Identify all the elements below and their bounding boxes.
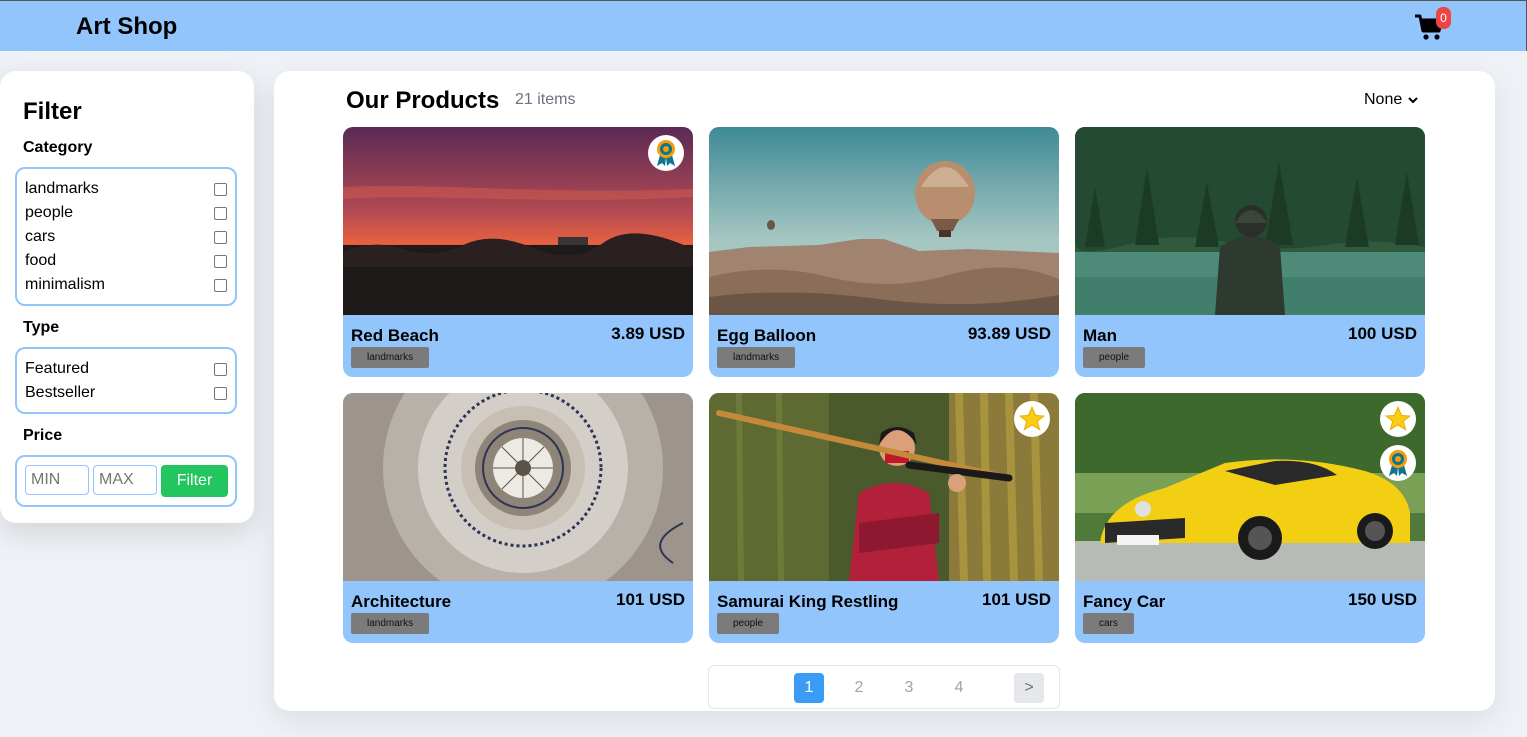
filter-panel: Filter Category landmarks people cars fo… [0, 71, 254, 523]
product-card[interactable]: Architecture 101 USD landmarks [343, 393, 693, 643]
page-button-2[interactable]: 2 [844, 673, 874, 703]
max-price-input[interactable] [93, 465, 157, 495]
sort-dropdown[interactable]: None [1364, 91, 1418, 109]
product-name: Egg Balloon [717, 326, 817, 345]
category-checkbox[interactable] [214, 182, 227, 196]
product-card[interactable]: Red Beach 3.89 USD landmarks [343, 127, 693, 377]
page-button-4[interactable]: 4 [944, 673, 974, 703]
type-label: Bestseller [25, 384, 96, 401]
type-option-bestseller[interactable]: Bestseller [25, 381, 227, 405]
star-badge [1014, 401, 1050, 437]
category-label: people [25, 204, 74, 221]
star-icon [1384, 405, 1412, 431]
product-tag: landmarks [351, 613, 430, 634]
product-price: 101 USD [616, 590, 685, 609]
category-label: landmarks [25, 180, 99, 197]
category-checkbox[interactable] [214, 254, 227, 268]
product-name: Samurai King Restling [717, 592, 899, 611]
product-image [343, 393, 693, 581]
product-price: 3.89 USD [611, 324, 685, 343]
price-title: Price [23, 427, 63, 444]
product-price: 101 USD [982, 590, 1051, 609]
type-label: Featured [25, 360, 90, 377]
product-price: 93.89 USD [967, 324, 1051, 343]
award-badge [1380, 445, 1416, 481]
product-image [709, 393, 1059, 581]
award-icon [657, 140, 675, 166]
product-card[interactable]: Man 100 USD people [1075, 127, 1425, 377]
filter-title: Filter [23, 98, 82, 125]
filter-button[interactable]: Filter [161, 465, 228, 497]
category-checkbox[interactable] [214, 230, 227, 244]
cart-button[interactable]: 0 [1414, 7, 1451, 41]
product-price: 150 USD [1348, 590, 1417, 609]
product-image [1075, 127, 1425, 315]
page-title: Our Products [346, 87, 500, 114]
chevron-down-icon [1408, 97, 1418, 104]
award-icon [1389, 450, 1407, 476]
category-label: minimalism [25, 276, 105, 293]
category-option-cars[interactable]: cars [25, 225, 227, 249]
type-checkbox[interactable] [214, 362, 227, 376]
product-name: Red Beach [351, 326, 439, 345]
products-panel: Our Products 21 items None Red Beach 3.8… [274, 71, 1495, 711]
cart-count-badge: 0 [1436, 7, 1451, 29]
product-image [709, 127, 1059, 315]
category-label: food [25, 252, 57, 269]
brand-logo[interactable]: Art Shop [76, 13, 177, 41]
type-option-featured[interactable]: Featured [25, 357, 227, 381]
sort-selected-value: None [1364, 91, 1403, 108]
category-label: cars [25, 228, 56, 245]
category-option-minimalism[interactable]: minimalism [25, 273, 227, 297]
price-filter: Filter [15, 455, 237, 507]
type-options: Featured Bestseller [15, 347, 237, 414]
type-checkbox[interactable] [214, 386, 227, 400]
product-card[interactable]: Fancy Car 150 USD cars [1075, 393, 1425, 643]
category-options: landmarks people cars food minimalism [15, 167, 237, 306]
category-option-food[interactable]: food [25, 249, 227, 273]
star-badge [1380, 401, 1416, 437]
product-image [343, 127, 693, 315]
product-tag: people [1083, 347, 1146, 368]
type-title: Type [23, 319, 60, 336]
category-option-landmarks[interactable]: landmarks [25, 177, 227, 201]
product-name: Man [1083, 326, 1117, 345]
product-name: Architecture [351, 592, 452, 611]
top-header: Art Shop 0 [0, 0, 1527, 51]
product-card[interactable]: Samurai King Restling 101 USD people [709, 393, 1059, 643]
page-button-1[interactable]: 1 [794, 673, 824, 703]
category-title: Category [23, 139, 93, 156]
page-button-3[interactable]: 3 [894, 673, 924, 703]
category-option-people[interactable]: people [25, 201, 227, 225]
next-page-button[interactable]: > [1014, 673, 1044, 703]
product-price: 100 USD [1348, 324, 1417, 343]
product-card[interactable]: Egg Balloon 93.89 USD landmarks [709, 127, 1059, 377]
award-badge [648, 135, 684, 171]
product-name: Fancy Car [1083, 592, 1166, 611]
category-checkbox[interactable] [214, 206, 227, 220]
product-tag: landmarks [717, 347, 796, 368]
category-checkbox[interactable] [214, 278, 227, 292]
pagination: 1 2 3 4 > [708, 665, 1060, 709]
product-tag: people [717, 613, 780, 634]
min-price-input[interactable] [25, 465, 89, 495]
product-tag: landmarks [351, 347, 430, 368]
product-image [1075, 393, 1425, 581]
product-tag: cars [1083, 613, 1134, 634]
star-icon [1018, 405, 1046, 431]
item-count: 21 items [515, 91, 576, 108]
